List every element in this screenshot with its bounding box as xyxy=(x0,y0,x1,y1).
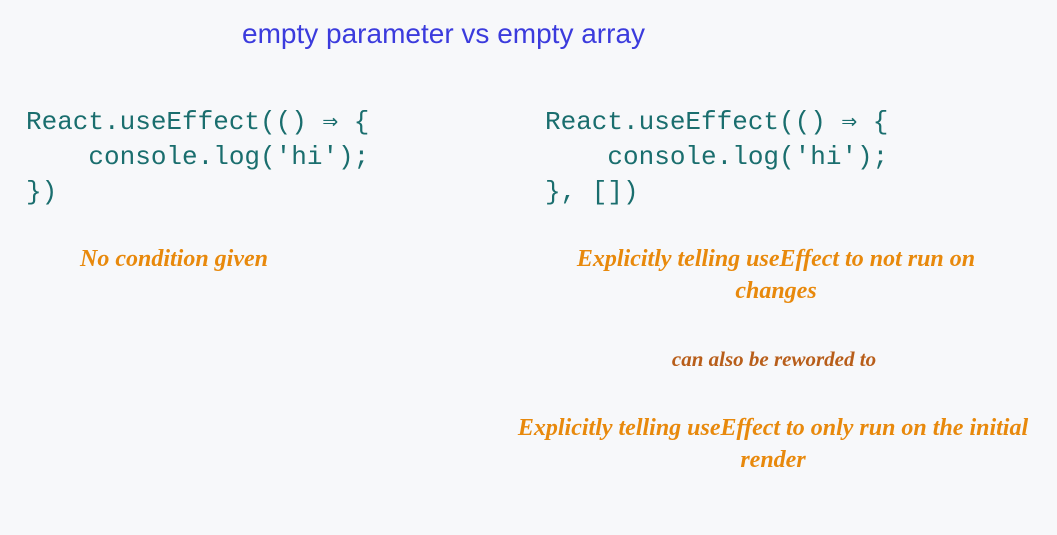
annotation-right-secondary: Explicitly telling useEffect to only run… xyxy=(493,412,1053,477)
page-title: empty parameter vs empty array xyxy=(242,18,645,50)
annotation-right-transition: can also be reworded to xyxy=(614,345,934,373)
code-snippet-no-deps: React.useEffect(() ⇒ { console.log('hi')… xyxy=(26,105,369,210)
annotation-right-primary: Explicitly telling useEffect to not run … xyxy=(576,243,976,308)
code-snippet-empty-array: React.useEffect(() ⇒ { console.log('hi')… xyxy=(545,105,888,210)
annotation-left: No condition given xyxy=(80,243,268,275)
